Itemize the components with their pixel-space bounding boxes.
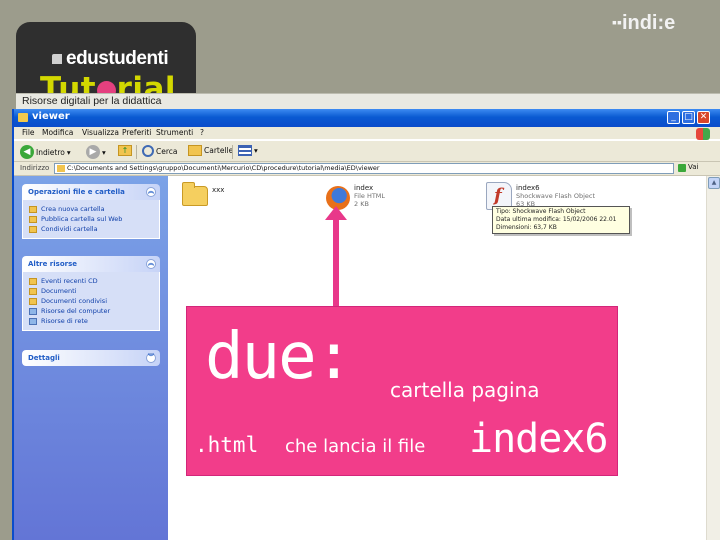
place-recent-cd[interactable]: Eventi recenti CD bbox=[29, 276, 159, 286]
scroll-up-button[interactable]: ▲ bbox=[708, 177, 720, 189]
place-my-computer[interactable]: Risorse del computer bbox=[29, 306, 159, 316]
back-button[interactable]: ◀ Indietro ▾ bbox=[20, 145, 71, 159]
folder-icon bbox=[29, 277, 37, 285]
panel-header[interactable]: Dettagli ︾ bbox=[22, 350, 160, 366]
tagline-bar: Risorse digitali per la didattica bbox=[16, 93, 720, 109]
menu-edit[interactable]: Modifica bbox=[42, 128, 73, 137]
minimize-button[interactable]: _ bbox=[667, 111, 680, 124]
place-network[interactable]: Risorse di rete bbox=[29, 316, 159, 326]
panel-body: Crea nuova cartella Pubblica cartella su… bbox=[22, 200, 160, 239]
go-button[interactable]: Vai bbox=[678, 163, 704, 174]
place-shared-documents[interactable]: Documenti condivisi bbox=[29, 296, 159, 306]
folders-button[interactable]: Cartelle bbox=[188, 145, 233, 156]
dropdown-arrow-icon: ▾ bbox=[254, 146, 258, 155]
close-button[interactable]: ✕ bbox=[697, 111, 710, 124]
views-icon bbox=[238, 145, 252, 156]
callout-target-file: index6 bbox=[469, 416, 608, 462]
callout-description: che lancia il file bbox=[285, 436, 426, 457]
folder-icon bbox=[18, 113, 28, 122]
dropdown-arrow-icon: ▾ bbox=[102, 147, 106, 157]
new-folder-icon bbox=[29, 205, 37, 213]
task-new-folder[interactable]: Crea nuova cartella bbox=[29, 204, 159, 214]
panel-header[interactable]: Operazioni file e cartella ︽ bbox=[22, 184, 160, 200]
menu-view[interactable]: Visualizza bbox=[82, 128, 119, 137]
annotation-arrow-shaft bbox=[333, 212, 339, 308]
folder-up-icon: ↑ bbox=[118, 145, 132, 156]
task-pane: Operazioni file e cartella ︽ Crea nuova … bbox=[14, 176, 168, 540]
indire-logo: ▪▪indi:e bbox=[612, 12, 676, 34]
menu-bar: File Modifica Visualizza Preferiti Strum… bbox=[14, 127, 720, 140]
toolbar-divider bbox=[232, 145, 233, 159]
windows-logo-icon bbox=[696, 128, 710, 140]
web-publish-icon bbox=[29, 215, 37, 223]
collapse-chevron-icon[interactable]: ︽ bbox=[146, 187, 156, 197]
panel-body: Eventi recenti CD Documenti Documenti co… bbox=[22, 272, 160, 331]
search-button[interactable]: Cerca bbox=[142, 145, 178, 157]
network-icon bbox=[29, 317, 37, 325]
file-tooltip: Tipo: Shockwave Flash Object Data ultima… bbox=[492, 206, 630, 234]
task-publish-web[interactable]: Pubblica cartella sul Web bbox=[29, 214, 159, 224]
annotation-arrow-head-icon bbox=[325, 206, 347, 220]
other-places-panel: Altre risorse ︽ Eventi recenti CD Docume… bbox=[22, 256, 160, 331]
forward-arrow-icon: ▶ bbox=[86, 145, 100, 159]
folder-icon bbox=[182, 182, 208, 206]
file-item-folder[interactable]: xxx bbox=[174, 182, 234, 216]
callout-heading: due: bbox=[205, 320, 353, 394]
edustudenti-logo: edustudenti bbox=[52, 48, 169, 70]
address-label: Indirizzo bbox=[20, 164, 50, 172]
up-folder-button[interactable]: ↑ bbox=[118, 145, 132, 156]
logo-mark-icon bbox=[52, 54, 62, 64]
shared-documents-icon bbox=[29, 297, 37, 305]
toolbar: ◀ Indietro ▾ ▶ ▾ ↑ Cerca Cartelle ▾ bbox=[14, 140, 720, 162]
menu-file[interactable]: File bbox=[22, 128, 35, 137]
panel-header[interactable]: Altre risorse ︽ bbox=[22, 256, 160, 272]
views-button[interactable]: ▾ bbox=[238, 145, 258, 156]
computer-icon bbox=[29, 307, 37, 315]
address-input[interactable]: C:\Documents and Settings\gruppo\Documen… bbox=[54, 163, 674, 174]
share-folder-icon bbox=[29, 225, 37, 233]
expand-chevron-icon[interactable]: ︾ bbox=[146, 353, 156, 363]
annotation-callout: due: cartella pagina .html che lancia il… bbox=[186, 306, 618, 476]
callout-html-ext: .html bbox=[195, 433, 259, 457]
callout-subtext: cartella pagina bbox=[390, 378, 540, 402]
title-bar[interactable]: viewer _ □ ✕ bbox=[14, 109, 720, 127]
vertical-scrollbar[interactable]: ▲ bbox=[706, 176, 720, 540]
back-arrow-icon: ◀ bbox=[20, 145, 34, 159]
menu-favorites[interactable]: Preferiti bbox=[122, 128, 151, 137]
tagline: Risorse digitali per la didattica bbox=[22, 95, 162, 107]
task-share-folder[interactable]: Condividi cartella bbox=[29, 224, 159, 234]
forward-button[interactable]: ▶ ▾ bbox=[86, 145, 106, 159]
folders-icon bbox=[188, 145, 202, 156]
menu-tools[interactable]: Strumenti bbox=[156, 128, 193, 137]
address-bar: Indirizzo C:\Documents and Settings\grup… bbox=[14, 162, 720, 176]
folder-icon bbox=[57, 165, 65, 172]
documents-icon bbox=[29, 287, 37, 295]
search-icon bbox=[142, 145, 154, 157]
file-tasks-panel: Operazioni file e cartella ︽ Crea nuova … bbox=[22, 184, 160, 239]
window-controls: _ □ ✕ bbox=[667, 111, 710, 124]
details-panel: Dettagli ︾ bbox=[22, 350, 160, 366]
maximize-button[interactable]: □ bbox=[682, 111, 695, 124]
collapse-chevron-icon[interactable]: ︽ bbox=[146, 259, 156, 269]
window-title: viewer bbox=[32, 111, 70, 122]
toolbar-divider bbox=[136, 145, 137, 159]
place-documents[interactable]: Documenti bbox=[29, 286, 159, 296]
dropdown-arrow-icon: ▾ bbox=[66, 147, 71, 157]
menu-help[interactable]: ? bbox=[200, 128, 204, 137]
